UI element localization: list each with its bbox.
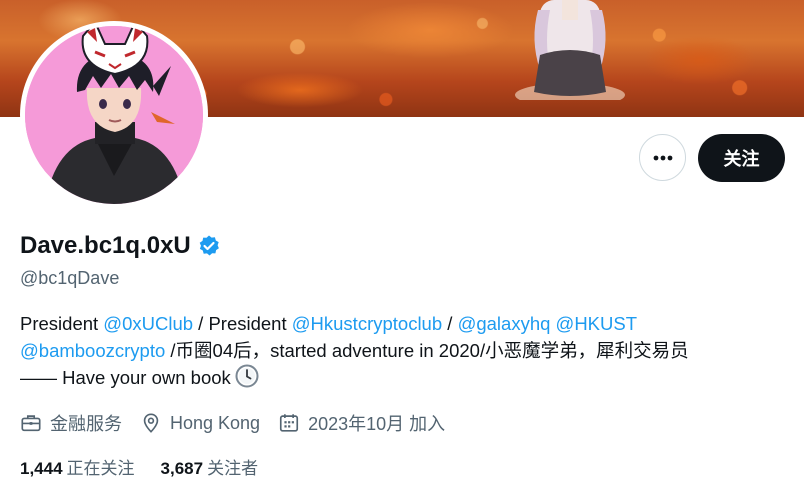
meta-category: 金融服务	[20, 410, 122, 436]
joined-label: 2023年10月 加入	[308, 414, 446, 434]
profile-avatar[interactable]	[20, 21, 208, 209]
banner-figure-illustration	[515, 0, 625, 100]
briefcase-icon	[21, 415, 41, 432]
profile-stats: 1,444 正在关注 3,687 关注者	[20, 454, 284, 479]
bio-text: / President	[193, 313, 292, 334]
calendar-icon	[280, 414, 299, 432]
bio-text: /币圈04后，started adventure in 2020/小恶魔学弟，犀…	[165, 340, 689, 361]
more-horizontal-icon	[653, 155, 672, 160]
category-label: 金融服务	[50, 414, 122, 434]
clock-emoji-icon	[235, 364, 259, 395]
following-label: 正在关注	[66, 459, 135, 478]
following-link[interactable]: 1,444 正在关注	[20, 454, 135, 479]
follow-button[interactable]: 关注	[698, 134, 785, 182]
bio-text: /	[442, 313, 458, 334]
mention-link-hkust[interactable]: @HKUST	[556, 313, 637, 334]
followers-label: 关注者	[207, 459, 259, 478]
name-row: Dave.bc1q.0xU	[20, 232, 221, 260]
avatar-illustration	[25, 26, 203, 204]
bio-text: President	[20, 313, 104, 334]
mention-link-galaxyhq[interactable]: @galaxyhq	[458, 313, 551, 334]
followers-count: 3,687	[160, 459, 204, 478]
profile-bio: President @0xUClub / President @Hkustcry…	[20, 310, 800, 395]
mention-link-0xuclub[interactable]: @0xUClub	[103, 313, 193, 334]
mention-link-hkustcryptoclub[interactable]: @Hkustcryptoclub	[292, 313, 442, 334]
followers-link[interactable]: 3,687 关注者	[161, 454, 259, 479]
more-options-button[interactable]	[639, 134, 686, 181]
bio-line-2: @bamboozcrypto /币圈04后，started adventure …	[20, 337, 800, 364]
meta-location: Hong Kong	[140, 412, 260, 434]
bio-line-1: President @0xUClub / President @Hkustcry…	[20, 310, 800, 337]
following-count: 1,444	[20, 459, 63, 478]
location-label: Hong Kong	[170, 412, 261, 433]
verified-badge-icon[interactable]	[197, 234, 221, 258]
profile-meta: 金融服务 Hong Kong 2023年10月 加入	[20, 410, 463, 436]
mention-link-bamboozcrypto[interactable]: @bamboozcrypto	[20, 340, 165, 361]
location-pin-icon	[143, 413, 159, 433]
bio-text: —— Have your own book	[20, 367, 231, 388]
user-handle: @bc1qDave	[20, 268, 120, 288]
bio-line-3: —— Have your own book	[20, 364, 800, 395]
display-name: Dave.bc1q.0xU	[20, 232, 191, 259]
meta-joined: 2023年10月 加入	[278, 410, 445, 436]
